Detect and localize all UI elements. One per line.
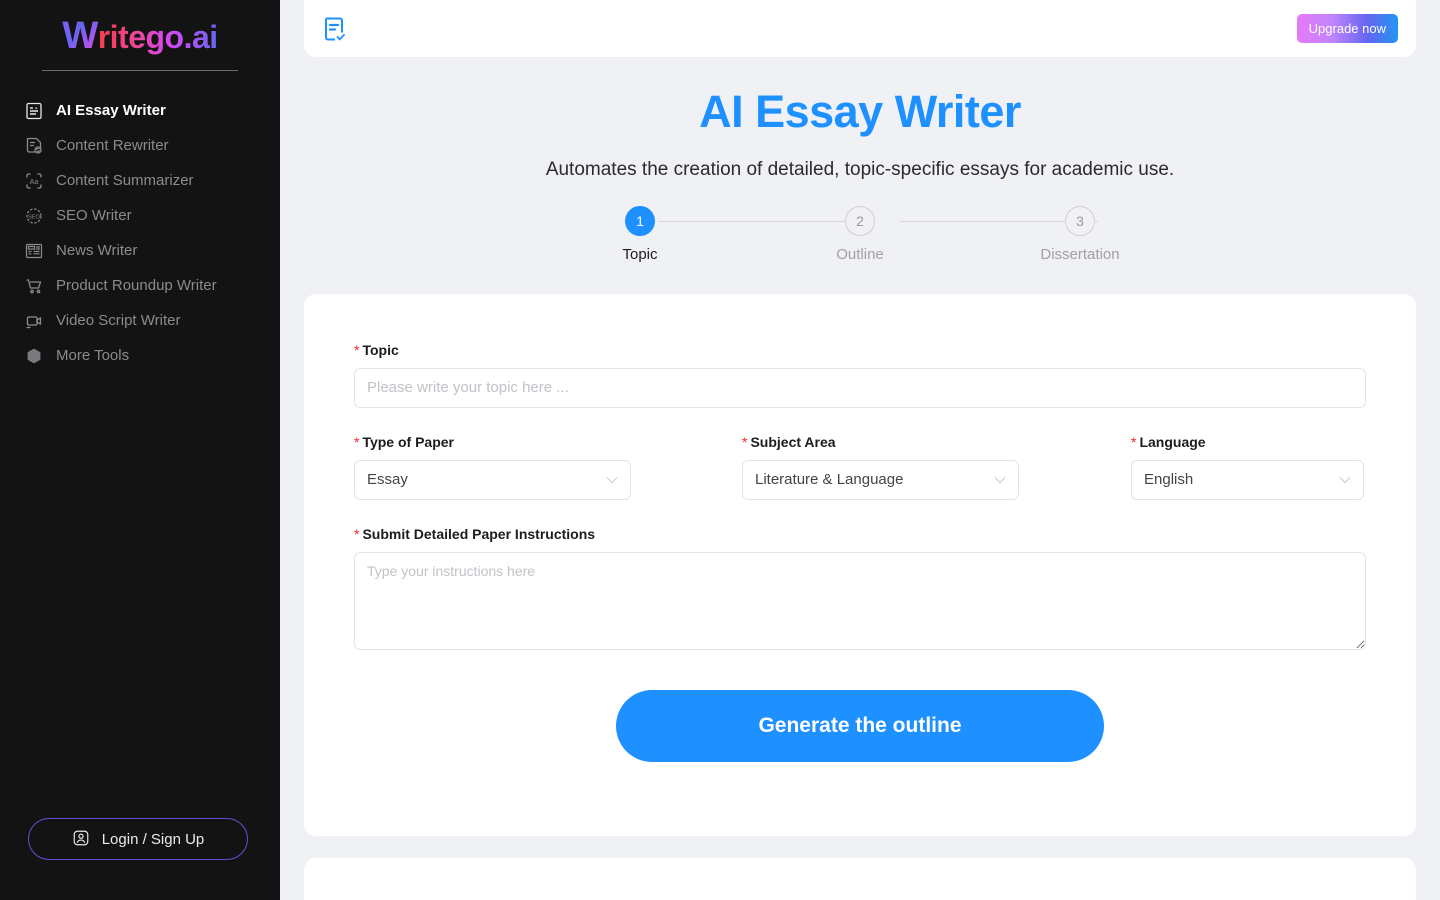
sidebar-item-news-writer[interactable]: News Writer xyxy=(0,233,280,268)
options-row: * Type of Paper Essay * Subject Area Liter… xyxy=(354,434,1366,500)
svg-text:SEO: SEO xyxy=(28,214,40,220)
step-number: 1 xyxy=(625,205,655,236)
logo-w-letter: W xyxy=(62,14,98,57)
sidebar-item-product-roundup-writer[interactable]: Product Roundup Writer xyxy=(0,268,280,303)
required-asterisk: * xyxy=(354,341,360,358)
essay-document-icon xyxy=(24,101,44,121)
type-of-paper-field: * Type of Paper Essay xyxy=(354,434,631,500)
subject-area-value: Literature & Language xyxy=(755,471,904,488)
login-signup-button[interactable]: Login / Sign Up xyxy=(28,818,248,860)
language-field: * Language English xyxy=(1131,434,1364,500)
language-select[interactable]: English xyxy=(1131,459,1364,500)
sidebar-item-label: Content Rewriter xyxy=(56,137,169,154)
sidebar-divider xyxy=(42,70,238,71)
sidebar-item-label: More Tools xyxy=(56,347,130,364)
language-value: English xyxy=(1144,471,1194,488)
form-card: *Topic *Type of Paper Essay *Subject Are… xyxy=(304,293,1416,836)
sidebar-item-content-summarizer[interactable]: Aa Content Summarizer xyxy=(0,163,280,198)
type-of-paper-value: Essay xyxy=(367,471,408,488)
topic-label: * Topic xyxy=(354,342,1366,358)
required-asterisk: * xyxy=(354,525,360,542)
step-topic[interactable]: 1 Topic xyxy=(580,205,700,263)
step-dissertation[interactable]: 3 Dissertation xyxy=(1020,205,1140,263)
language-label-text: Language xyxy=(1139,433,1206,450)
type-of-paper-select[interactable]: Essay xyxy=(354,459,631,500)
hexagon-icon xyxy=(24,346,44,366)
upgrade-now-button[interactable]: Upgrade now xyxy=(1296,14,1398,43)
subject-area-select[interactable]: Literature & Language xyxy=(742,459,1019,500)
step-number: 3 xyxy=(1065,205,1095,236)
video-camera-icon xyxy=(24,311,44,331)
step-outline[interactable]: 2 Outline xyxy=(800,205,920,263)
required-asterisk: * xyxy=(742,433,748,450)
sidebar: Writego.ai AI Essay Writer Content Rewri… xyxy=(0,0,280,900)
summarize-text-icon: Aa xyxy=(24,171,44,191)
sidebar-item-video-script-writer[interactable]: Video Script Writer xyxy=(0,303,280,338)
generate-outline-button[interactable]: Generate the outline xyxy=(616,689,1104,762)
type-of-paper-label-text: Type of Paper xyxy=(362,433,454,450)
logo-text: Writego.ai xyxy=(62,15,217,58)
sidebar-item-label: News Writer xyxy=(56,242,138,259)
sidebar-item-more-tools[interactable]: More Tools xyxy=(0,338,280,373)
type-of-paper-label: * Type of Paper xyxy=(354,434,631,450)
submit-row: Generate the outline xyxy=(354,689,1366,762)
subject-area-label-text: Subject Area xyxy=(750,433,836,450)
sidebar-item-label: Product Roundup Writer xyxy=(56,277,217,294)
subject-area-label: * Subject Area xyxy=(742,434,1019,450)
instructions-textarea[interactable] xyxy=(354,551,1366,650)
topic-label-text: Topic xyxy=(362,341,399,358)
step-label: Topic xyxy=(622,245,658,263)
topic-input[interactable] xyxy=(354,367,1366,408)
hero-section: AI Essay Writer Automates the creation o… xyxy=(304,57,1416,181)
chevron-down-icon xyxy=(1339,476,1351,484)
sidebar-item-label: Video Script Writer xyxy=(56,312,181,329)
secondary-card xyxy=(304,857,1416,900)
sidebar-item-label: AI Essay Writer xyxy=(56,102,166,119)
rewrite-document-icon xyxy=(24,136,44,156)
subject-area-field: * Subject Area Literature & Language xyxy=(742,434,1019,500)
shopping-cart-icon xyxy=(24,276,44,296)
page-title: AI Essay Writer xyxy=(699,86,1021,137)
seo-globe-icon: SEO xyxy=(24,206,44,226)
language-label: * Language xyxy=(1131,434,1364,450)
instructions-label: * Submit Detailed Paper Instructions xyxy=(354,526,1366,542)
login-signup-label: Login / Sign Up xyxy=(101,830,205,848)
svg-text:Aa: Aa xyxy=(30,179,39,186)
logo[interactable]: Writego.ai xyxy=(0,0,280,62)
newspaper-icon xyxy=(24,241,44,261)
sidebar-item-label: SEO Writer xyxy=(56,207,132,224)
document-check-icon[interactable] xyxy=(322,15,348,43)
sidebar-item-label: Content Summarizer xyxy=(56,172,194,189)
sidebar-nav: AI Essay Writer Content Rewriter Aa Cont… xyxy=(0,93,280,373)
instructions-field: * Submit Detailed Paper Instructions xyxy=(354,526,1366,650)
chevron-down-icon xyxy=(606,476,618,484)
sidebar-item-content-rewriter[interactable]: Content Rewriter xyxy=(0,128,280,163)
required-asterisk: * xyxy=(354,433,360,450)
sidebar-item-seo-writer[interactable]: SEO SEO Writer xyxy=(0,198,280,233)
app-root: Writego.ai AI Essay Writer Content Rewri… xyxy=(0,0,1440,900)
page-subtitle: Automates the creation of detailed, topi… xyxy=(545,158,1175,180)
chevron-down-icon xyxy=(994,476,1006,484)
logo-rest: ritego.ai xyxy=(97,18,218,55)
stepper: 1 Topic 2 Outline 3 Dissertation xyxy=(580,205,1140,263)
step-number: 2 xyxy=(845,205,875,236)
main-content: Upgrade now AI Essay Writer Automates th… xyxy=(280,0,1440,900)
step-label: Dissertation xyxy=(1040,245,1120,263)
topbar: Upgrade now xyxy=(304,0,1416,57)
user-avatar-icon xyxy=(72,829,92,849)
instructions-label-text: Submit Detailed Paper Instructions xyxy=(362,525,596,542)
step-label: Outline xyxy=(836,245,884,263)
required-asterisk: * xyxy=(1131,433,1137,450)
sidebar-item-ai-essay-writer[interactable]: AI Essay Writer xyxy=(0,93,280,128)
